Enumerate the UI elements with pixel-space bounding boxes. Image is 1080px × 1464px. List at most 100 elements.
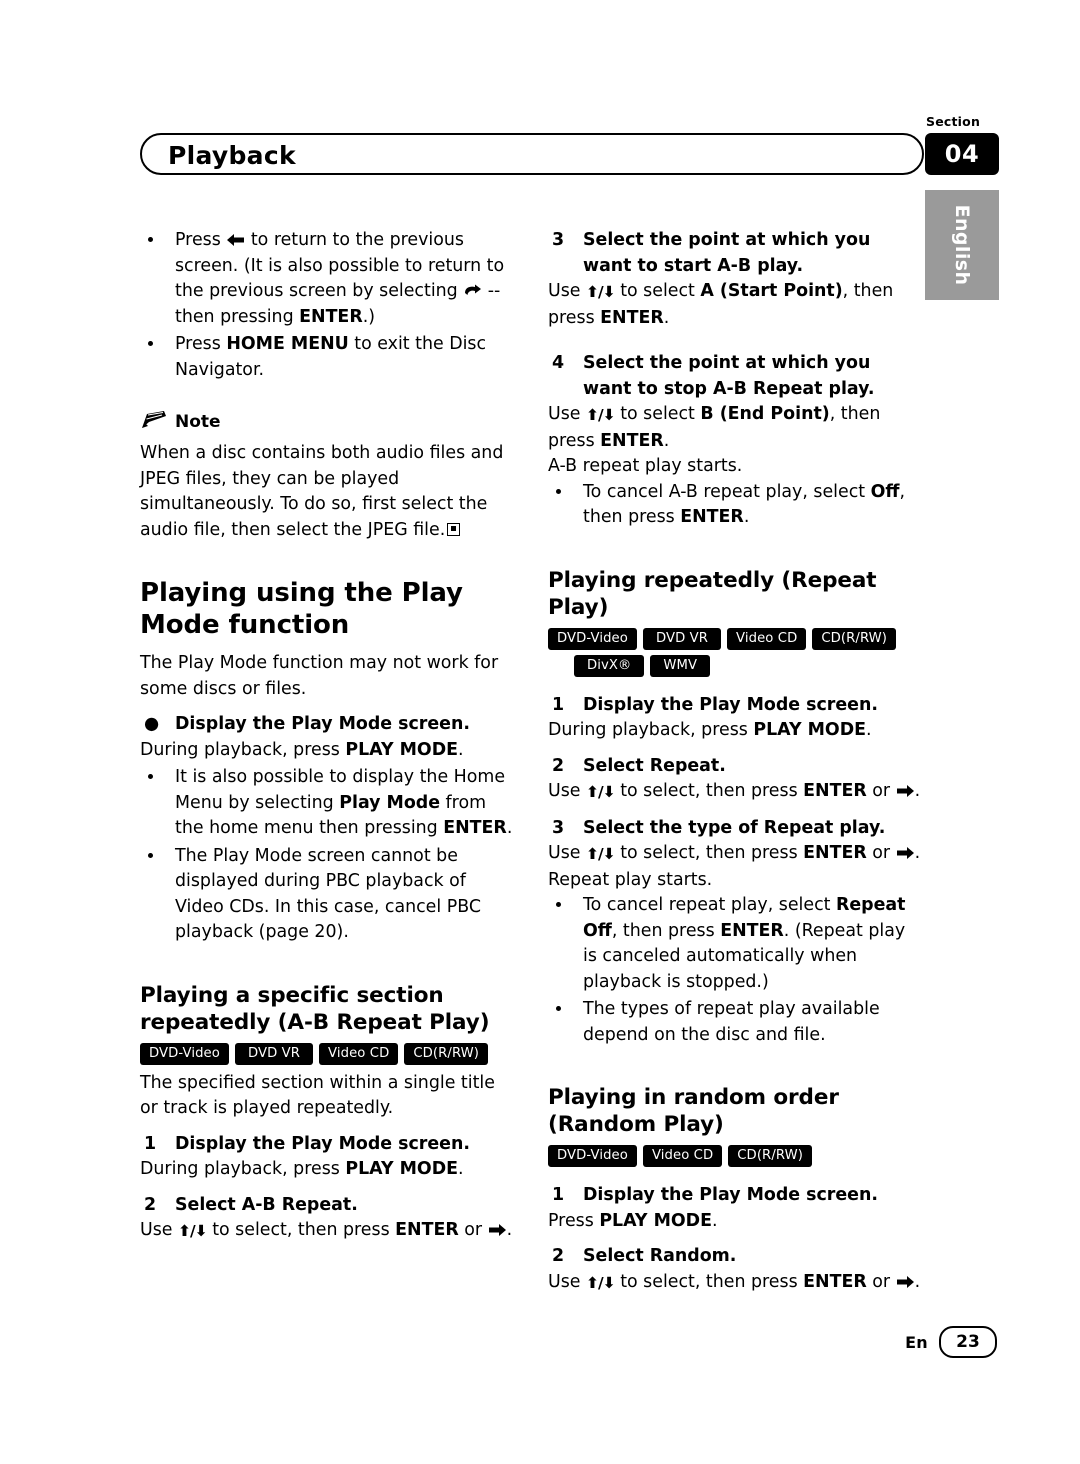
bullet-text-post: . — [743, 507, 750, 527]
step-body-mid: to select, then press — [614, 843, 804, 863]
end-mark-icon — [447, 522, 461, 536]
random-step-2: 2 Select Random. — [548, 1244, 923, 1270]
right-arrow-icon — [896, 1275, 915, 1289]
list-item: Press HOME MENU to exit the Disc Navigat… — [140, 332, 515, 383]
play-mode-step: ● Display the Play Mode screen. — [140, 712, 515, 738]
format-tag: DVD-Video — [548, 1145, 637, 1167]
format-tag: DVD-Video — [140, 1042, 229, 1065]
format-tags-repeat: DVD-Video DVD VR Video CD CD(R/RW) DivX®… — [548, 627, 923, 677]
ab-repeat-step-1: 1 Display the Play Mode screen. — [140, 1132, 515, 1158]
step-body-pre: Use — [548, 281, 587, 301]
repeat-bullets: To cancel repeat play, select Repeat Off… — [548, 893, 923, 1048]
format-tag: Video CD — [642, 1145, 723, 1167]
format-tag: WMV — [650, 654, 711, 677]
format-tag: DivX® — [574, 654, 645, 677]
right-arrow-icon — [896, 846, 915, 860]
step-body-bold: ENTER — [803, 781, 867, 801]
bullet-text-pre: Press — [175, 334, 227, 354]
tag-row: DVD-Video Video CD CD(R/RW) — [548, 1145, 923, 1167]
list-item: Press to return to the previous screen. … — [140, 228, 515, 330]
list-item: The Play Mode screen cannot be displayed… — [140, 844, 515, 946]
step-body-post: . — [914, 1271, 921, 1292]
page-number: 23 — [939, 1326, 997, 1358]
up-down-arrow-icon: ⬆/⬇ — [586, 1273, 616, 1292]
note-text: When a disc contains both audio files an… — [140, 441, 515, 543]
step-body-bold2: ENTER — [600, 307, 664, 328]
step-body-pre: Use — [548, 781, 587, 801]
ab-cancel-bullets: To cancel A-B repeat play, select Off, t… — [548, 480, 923, 531]
play-mode-intro: The Play Mode function may not work for … — [140, 653, 499, 699]
random-step-1: 1 Display the Play Mode screen. — [548, 1183, 923, 1209]
repeat-step-3-body: Use ⬆/⬇ to select, then press ENTER or . — [548, 841, 923, 868]
step-number: 1 — [552, 694, 565, 715]
repeat-step-1-body: During playback, press PLAY MODE. — [548, 718, 923, 744]
step-number: 4 — [552, 353, 565, 373]
step-body-post: . — [506, 1220, 513, 1240]
step-title: Select Random. — [583, 1246, 737, 1266]
right-arrow-icon — [488, 1223, 507, 1237]
step-body-pre: Use — [548, 843, 587, 863]
ab-repeat-intro: The specified section within a single ti… — [140, 1072, 495, 1119]
format-tag: DVD VR — [642, 627, 722, 650]
ab-repeat-step-2-body: Use ⬆/⬇ to select, then press ENTER or . — [140, 1218, 515, 1245]
step-body-post: . — [458, 739, 464, 760]
bullet-text-bold: ENTER — [299, 306, 363, 327]
step-body-mid: to select, then press — [614, 781, 804, 801]
step-body-bold: ENTER — [803, 843, 867, 863]
bullet-dot-icon — [148, 774, 153, 779]
step-body-post: . — [866, 720, 872, 740]
format-tag: Video CD — [727, 627, 807, 650]
page-title: Playback — [168, 141, 296, 170]
bullet-text-bold2: ENTER — [443, 818, 507, 838]
repeat-step-3-extra: Repeat play starts. — [548, 869, 713, 890]
list-item: To cancel repeat play, select Repeat Off… — [548, 893, 923, 995]
ab-step-4-extra: A-B repeat play starts. — [548, 456, 743, 476]
left-arrow-icon — [226, 233, 245, 247]
step-body-pre: Use — [140, 1220, 179, 1240]
step-number: 2 — [552, 1246, 565, 1266]
step-number: 2 — [144, 1194, 157, 1215]
step-body-bold: PLAY MODE — [345, 739, 459, 760]
up-down-arrow-icon: ⬆/⬇ — [178, 1222, 208, 1240]
ab-repeat-step-1-body: During playback, press PLAY MODE. — [140, 1157, 515, 1183]
bullet-text-bold: Off — [870, 481, 900, 502]
step-body-post: . — [663, 430, 670, 451]
bullet-text-pre: To cancel A-B repeat play, select — [583, 481, 871, 502]
step-body-bold2: ENTER — [600, 430, 664, 451]
language-tab: English — [925, 190, 999, 300]
play-mode-step-body: During playback, press PLAY MODE. — [140, 738, 515, 764]
step-body-bold: ENTER — [803, 1271, 867, 1292]
bullet-text-pre: The types of repeat play available depen… — [583, 999, 880, 1045]
step-title: Display the Play Mode screen. — [583, 694, 878, 715]
bullet-text-bold: HOME MENU — [226, 334, 349, 354]
ab-step-3-body: Use ⬆/⬇ to select A (Start Point), then … — [548, 279, 923, 331]
step-body-bold: PLAY MODE — [753, 720, 867, 740]
bullet-text-bold2: ENTER — [680, 507, 744, 527]
format-tag: DVD-Video — [548, 627, 637, 650]
step-title: Select Repeat. — [583, 755, 726, 776]
step-body-mid: to select, then press — [206, 1220, 396, 1240]
step-title: Display the Play Mode screen. — [583, 1185, 878, 1205]
step-body-post: . — [663, 307, 670, 328]
step-body-post: . — [712, 1210, 718, 1231]
step-title: Select the point at which you want to st… — [583, 353, 875, 399]
repeat-step-2-body: Use ⬆/⬇ to select, then press ENTER or . — [548, 779, 923, 806]
up-down-arrow-icon: ⬆/⬇ — [586, 283, 616, 301]
step-body-or: or — [866, 843, 896, 863]
language-tab-label: English — [951, 204, 973, 286]
step-body-or: or — [866, 781, 896, 801]
bullet-text-mid: , then press — [611, 920, 721, 941]
ab-step-4: 4 Select the point at which you want to … — [548, 351, 923, 402]
page-footer: En 23 — [905, 1326, 997, 1358]
left-column: Press to return to the previous screen. … — [140, 228, 515, 1245]
list-item: The types of repeat play available depen… — [548, 997, 923, 1048]
step-body-post: . — [458, 1159, 464, 1179]
format-tags-random: DVD-Video Video CD CD(R/RW) — [548, 1145, 923, 1167]
note-heading: Note — [140, 409, 515, 435]
